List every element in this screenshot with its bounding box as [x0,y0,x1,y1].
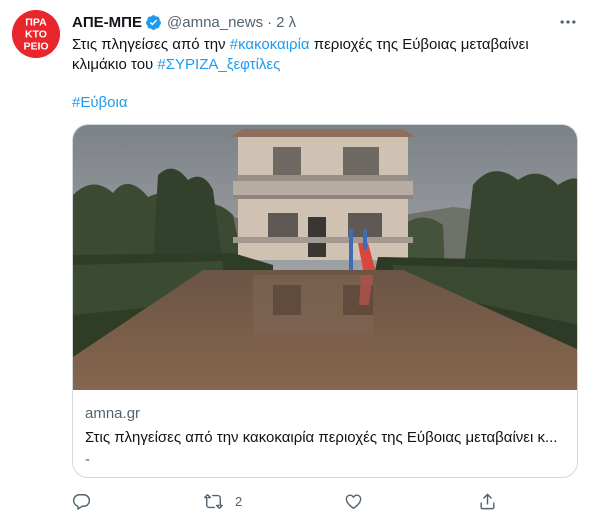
share-icon [480,493,495,509]
handle[interactable]: @amna_news [167,14,263,31]
timestamp[interactable]: 2 λ [276,14,296,31]
tweet-text-segment: περιοχές της Εύβοιας μεταβαίνει [309,36,529,53]
tweet-text-segment: κλιμάκιο του [72,56,158,73]
card-meta: amna.gr Στις πληγείσες από την κακοκαιρί… [85,404,567,470]
tweet-text-line-1: Στις πληγείσες από την #κακοκαιρία περιο… [72,35,582,55]
more-dots-icon[interactable] [558,12,578,32]
card-domain: amna.gr [85,405,141,422]
avatar[interactable]: ΠΡΑ ΚΤΟ ΡΕΙΟ [12,10,60,58]
tweet-header: ΑΠΕ-ΜΠΕ @amna_news · 2 λ [72,12,296,32]
reply-icon [72,493,91,510]
reply-button[interactable] [72,489,91,513]
share-button[interactable] [478,489,497,513]
tweet-text-segment: Στις πληγείσες από την [72,36,230,53]
card-description: - [85,451,90,468]
action-bar: 2 [72,489,497,513]
retweet-button[interactable]: 2 [204,489,242,513]
tweet-text: Στις πληγείσες από την #κακοκαιρία περιο… [72,35,582,75]
card-title: Στις πληγείσες από την κακοκαιρία περιοχ… [85,429,558,446]
like-button[interactable] [344,489,363,513]
link-card[interactable]: amna.gr Στις πληγείσες από την κακοκαιρί… [72,124,578,478]
avatar-logo: ΠΡΑ ΚΤΟ ΡΕΙΟ [12,10,60,58]
hashtag-link[interactable]: #ΣΥΡΙΖΑ_ξεφτίλες [157,56,280,73]
tweet-text-line-3: #Εύβοια [72,93,128,113]
display-name[interactable]: ΑΠΕ-ΜΠΕ [72,14,142,31]
tweet-text-line-2: κλιμάκιο του #ΣΥΡΙΖΑ_ξεφτίλες [72,55,582,75]
separator-dot: · [267,13,273,31]
retweet-count: 2 [235,493,243,509]
hashtag-link[interactable]: #κακοκαιρία [230,36,310,53]
tweet[interactable]: ΠΡΑ ΚΤΟ ΡΕΙΟ ΑΠΕ-ΜΠΕ @amna_news · 2 λ Στ… [0,0,597,521]
verified-badge-icon [145,14,162,31]
avatar-text-1: ΠΡΑ [25,17,47,29]
hashtag-link[interactable]: #Εύβοια [72,94,128,111]
retweet-icon [204,493,223,509]
heart-icon [345,493,362,509]
flooded-house-photo[interactable] [73,125,578,390]
avatar-text-3: ΡΕΙΟ [23,41,48,53]
avatar-text-2: ΚΤΟ [25,29,47,41]
